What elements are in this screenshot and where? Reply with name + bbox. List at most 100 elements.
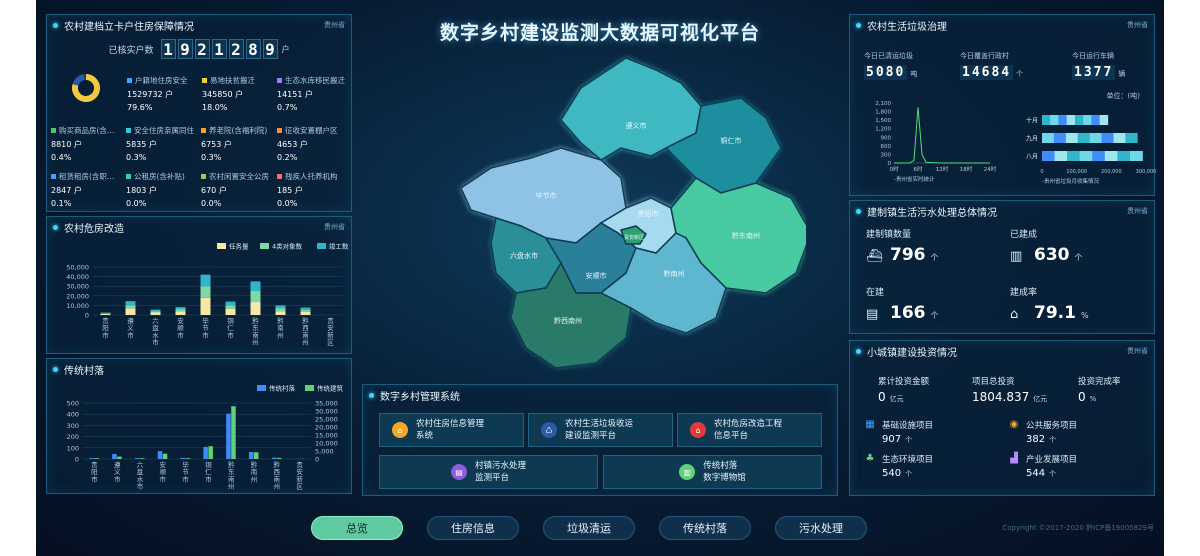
system-village-museum-button[interactable]: ▥ 传统村落 数字博物馆 — [603, 455, 822, 489]
bar-segment — [1065, 133, 1079, 143]
dangerous-panel-header: 农村危房改造 贵州省 — [47, 217, 351, 237]
map-label-liupanshui: 六盘水市 — [510, 251, 538, 260]
water-plant-icon: ▤ — [450, 464, 467, 480]
x-tick-label: 黔东南州 — [252, 316, 259, 347]
x-tick-label: 300,000 — [1136, 169, 1156, 175]
house-icon: ⌂ — [392, 422, 408, 438]
y-tick-label: 1,200 — [875, 127, 891, 133]
bar-segment — [250, 291, 261, 303]
legend-square-icon — [201, 128, 206, 133]
map-label-qianxinan: 黔西南州 — [554, 316, 582, 325]
sewage-under-construction: 在建 ▤ 166 个 — [866, 288, 939, 323]
bar-segment — [1042, 115, 1051, 125]
management-panel: 数字乡村管理系统 ⌂ 农村住房信息管理 系统 ♺ 农村生活垃圾收运 建设监测平台… — [362, 384, 838, 496]
sewage-region: 贵州省 — [1127, 207, 1148, 215]
boat-icon: ⛴ — [866, 249, 883, 264]
sewage-panel: 建制镇生活污水处理总体情况 贵州省 建制镇数量 ⛴ 796 个 已建成 ▥ 630 个 … — [849, 200, 1155, 334]
x-tick-label: 0 — [1040, 169, 1043, 175]
bar-segment — [1129, 151, 1143, 161]
system-garbage-monitor-button[interactable]: ♺ 农村生活垃圾收运 建设监测平台 — [528, 413, 673, 447]
category-value: 8810 户 — [51, 140, 82, 149]
housing-category: 租赁租房(含职… 2847 户 0.1% — [51, 171, 127, 208]
bar-segment — [150, 311, 161, 313]
villages-panel-title: 传统村落 — [53, 362, 104, 377]
y-tick-label-right: 10,000 — [315, 440, 338, 448]
category-label: 安全住房亲属同住 — [126, 125, 202, 136]
stat-value: 5080 — [864, 65, 908, 80]
bar — [226, 413, 231, 459]
copyright: Copyright ©2017-2020 黔ICP备19005829号 — [1002, 524, 1154, 532]
bar — [249, 452, 254, 459]
y-tick-label-left: 100 — [67, 444, 79, 452]
system-dangerous-housing-button[interactable]: ⌂ 农村危房改造工程 信息平台 — [677, 413, 822, 447]
sewage-completion-rate: 建成率 ⌂ 79.1% — [1010, 288, 1089, 323]
category-label: 养老院(含福利院) — [201, 125, 277, 136]
bar-segment — [1074, 115, 1084, 125]
bar-segment — [125, 301, 136, 306]
dangerous-panel-title: 农村危房改造 — [53, 220, 124, 235]
system-label: 农村生活垃圾收运 建设监测平台 — [565, 419, 634, 441]
category-percent: 0.3% — [201, 153, 222, 162]
y-tick-label-left: 400 — [67, 411, 79, 419]
category-value: 1529732 户 — [127, 90, 174, 99]
bar-segment — [1050, 115, 1059, 125]
garbage-realtime-line-chart: 2,1001,8001,5001,20090060030000时 6时 12时 18时… — [875, 101, 996, 183]
x-tick-label: 12时 — [936, 165, 949, 173]
legend-square-icon — [126, 174, 131, 179]
y-tick-label: 300 — [881, 152, 892, 158]
y-tick-label: 0 — [85, 312, 89, 320]
project-ecology: ♣ 生态环境项目 540 个 — [865, 453, 934, 479]
system-sewage-monitor-button[interactable]: ▤ 村镇污水处理 监测平台 — [379, 455, 598, 489]
x-tick-label: 贵安新区 — [327, 316, 334, 347]
bar-segment — [275, 305, 286, 309]
recycle-icon: ♺ — [541, 422, 557, 438]
bar-segment — [300, 311, 311, 315]
bar-segment — [200, 297, 211, 315]
nav-sewage[interactable]: 污水处理 — [775, 516, 867, 540]
nav-overview[interactable]: 总览 — [311, 516, 403, 540]
nav-villages[interactable]: 传统村落 — [659, 516, 751, 540]
map-label-bijie: 毕节市 — [536, 191, 557, 200]
x-tick-label: 安顺市 — [160, 460, 167, 483]
y-tick-label: 2,100 — [875, 101, 891, 107]
factory-icon: ▥ — [1010, 249, 1023, 264]
category-value: 4653 户 — [277, 140, 308, 149]
legend-swatch — [217, 243, 226, 249]
sewage-panel-header: 建制镇生活污水处理总体情况 贵州省 — [850, 201, 1154, 221]
x-tick-label: 黔东南州 — [228, 460, 235, 491]
x-tick-label: 18时 — [960, 165, 973, 173]
y-tick-label-right: 20,000 — [315, 424, 338, 432]
line-series — [894, 107, 990, 164]
system-housing-info-button[interactable]: ⌂ 农村住房信息管理 系统 — [379, 413, 524, 447]
bar-segment — [100, 313, 111, 314]
kpi-unit: 户 — [281, 44, 290, 54]
legend-square-icon — [127, 78, 132, 83]
title-dot-icon — [53, 224, 58, 230]
museum-icon: ▥ — [679, 464, 696, 480]
map-label-guian: 贵安新区 — [624, 234, 644, 241]
sewage-built: 已建成 ▥ 630 个 — [1010, 230, 1083, 265]
bar-segment — [1077, 133, 1090, 143]
bar-segment — [1058, 115, 1067, 125]
bar — [89, 458, 94, 459]
bar — [208, 446, 213, 459]
nav-garbage[interactable]: 垃圾清运 — [543, 516, 635, 540]
infrastructure-icon: ▦ — [865, 419, 875, 430]
public-service-icon: ◉ — [1009, 419, 1019, 430]
title-dot-icon — [369, 392, 374, 398]
bar-segment — [1092, 151, 1106, 161]
legend-label: 传统建筑 — [317, 384, 344, 393]
category-label: 生态水库移民搬迁 — [277, 75, 353, 86]
bar-segment — [250, 302, 261, 315]
y-tick-label: 1,500 — [875, 118, 891, 124]
housing-category: 易地扶贫搬迁 345850 户 18.0% — [202, 75, 278, 112]
bar-segment — [300, 309, 311, 312]
category-percent: 0.0% — [277, 199, 298, 208]
garbage-panel-title: 农村生活垃圾治理 — [856, 18, 947, 33]
category-percent: 18.0% — [202, 103, 228, 112]
housing-category: 养老院(含福利院) 6753 户 0.3% — [201, 125, 277, 162]
dangerous-housing-panel: 农村危房改造 贵州省 50,000 40,000 30,000 20,000 10,00… — [46, 216, 352, 354]
nav-housing[interactable]: 住房信息 — [427, 516, 519, 540]
title-dot-icon — [856, 208, 861, 214]
bar-segment — [1104, 151, 1118, 161]
